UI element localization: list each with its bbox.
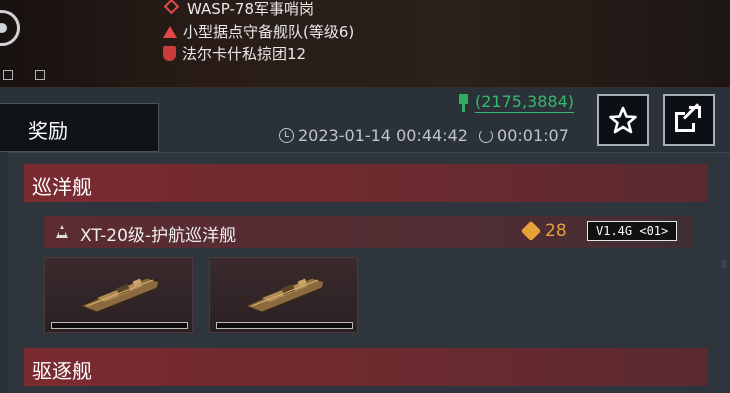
page-indicator-2[interactable] (35, 70, 45, 80)
warning-triangle-icon (163, 26, 177, 38)
scrollbar[interactable] (722, 260, 726, 268)
tab-rewards[interactable]: 奖励 (0, 103, 159, 152)
location-name: WASP-78军事哨岗 (187, 0, 315, 18)
target-line: 小型据点守备舰队(等级6) (163, 23, 354, 41)
progress-bar (51, 322, 188, 329)
share-button[interactable] (663, 94, 715, 146)
clock-icon (279, 128, 294, 143)
ship-class-icon (56, 225, 68, 238)
ship-row[interactable]: XT-20级-护航巡洋舰 28 V1.4G <01> (44, 216, 694, 248)
version-badge: V1.4G <01> (587, 221, 678, 241)
resource-cube-icon (520, 220, 542, 242)
favorite-button[interactable] (597, 94, 649, 146)
category-label: 巡洋舰 (32, 175, 92, 199)
category-label: 驱逐舰 (32, 359, 92, 383)
ship-card-2[interactable] (209, 257, 358, 333)
progress-bar (216, 322, 353, 329)
diamond-icon (163, 0, 180, 15)
target-icon[interactable] (0, 10, 20, 46)
duration: 00:01:07 (497, 126, 569, 145)
map-pin-icon (459, 94, 468, 112)
location-line: WASP-78军事哨岗 (163, 0, 314, 18)
battle-time-info: 2023-01-14 00:44:42 00:01:07 (279, 126, 569, 145)
target-name: 小型据点守备舰队(等级6) (183, 23, 355, 41)
faction-line: 法尔卡什私掠团12 (163, 45, 306, 63)
star-icon (609, 106, 637, 134)
ship-cost: 28 (545, 221, 567, 241)
cruiser-ship-image (244, 277, 325, 313)
faction-emblem-icon (163, 46, 176, 61)
page-indicator-1[interactable] (3, 70, 13, 80)
timer-icon (479, 129, 494, 143)
coordinates-link[interactable]: (2175,3884) (475, 92, 575, 113)
category-destroyer: 驱逐舰 (24, 348, 708, 386)
timestamp: 2023-01-14 00:44:42 (298, 126, 468, 145)
category-cruiser: 巡洋舰 (24, 164, 708, 202)
tab-rewards-label: 奖励 (28, 119, 68, 143)
share-icon (675, 103, 703, 134)
ship-name: XT-20级-护航巡洋舰 (80, 226, 237, 246)
cruiser-ship-image (79, 277, 160, 313)
faction-name: 法尔卡什私掠团12 (182, 45, 307, 63)
top-info-bar: WASP-78军事哨岗 小型据点守备舰队(等级6) 法尔卡什私掠团12 (0, 0, 730, 88)
ship-card-1[interactable] (44, 257, 193, 333)
